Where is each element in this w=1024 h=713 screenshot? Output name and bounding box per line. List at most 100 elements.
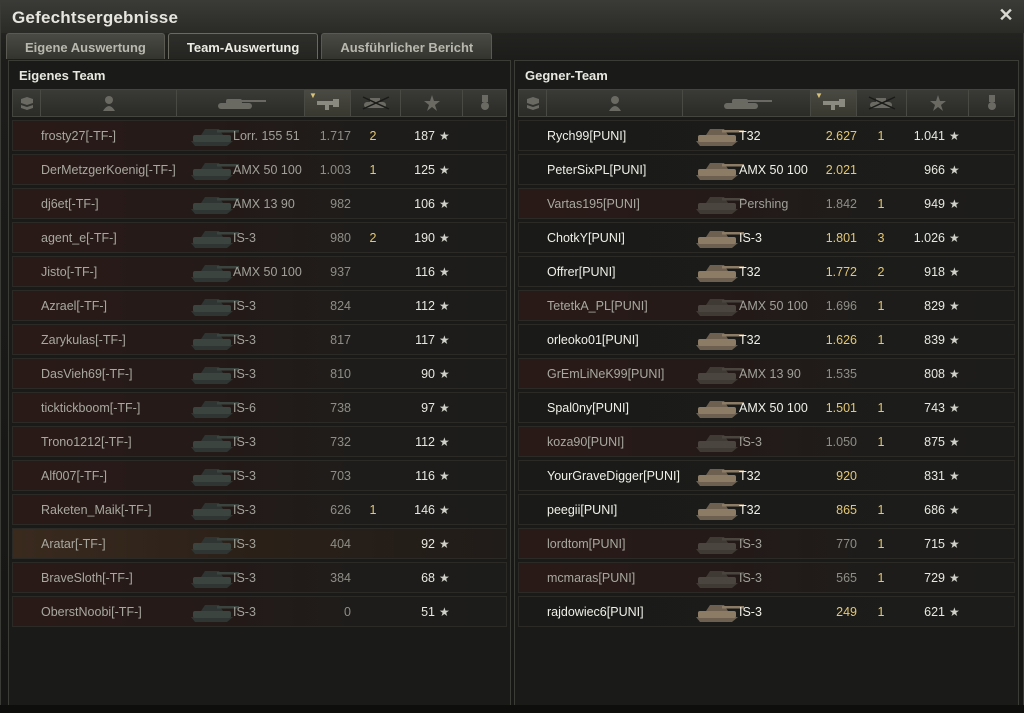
player-row[interactable]: peegii[PUNI] T32 865 1 686 ★ [518, 494, 1015, 525]
xp-value: 875 [924, 434, 945, 449]
star-icon: ★ [949, 196, 960, 211]
own-team-title: Eigenes Team [19, 68, 106, 83]
player-name: Azrael[-TF-] [41, 298, 107, 313]
tank-icon [692, 360, 746, 388]
kills-value: 1 [877, 128, 885, 143]
tank-name: IS-3 [233, 536, 256, 551]
player-row[interactable]: Aratar[-TF-] IS-3 404 92 ★ [12, 528, 507, 559]
player-row[interactable]: Trono1212[-TF-] IS-3 732 112 ★ [12, 426, 507, 457]
tank-icon[interactable] [177, 90, 305, 116]
xp-star-icon[interactable] [907, 90, 969, 116]
player-name: orleoko01[PUNI] [547, 332, 639, 347]
kills-value: 1 [877, 434, 885, 449]
player-row[interactable]: rajdowiec6[PUNI] IS-3 249 1 621 ★ [518, 596, 1015, 627]
tank-name: IS-3 [739, 434, 762, 449]
tab-team-auswertung[interactable]: Team-Auswertung [167, 33, 319, 59]
star-icon: ★ [949, 468, 960, 483]
player-row[interactable]: frosty27[-TF-] Lorr. 155 51 1.717 2 187 ★ [12, 120, 507, 151]
player-name: Raketen_Maik[-TF-] [41, 502, 152, 517]
star-icon: ★ [439, 604, 450, 619]
damage-value: 1.626 [825, 332, 857, 347]
kills-icon[interactable] [857, 90, 907, 116]
tank-name: IS-3 [233, 604, 256, 619]
player-row[interactable]: YourGraveDigger[PUNI] T32 920 831 ★ [518, 460, 1015, 491]
platoon-icon[interactable] [13, 90, 41, 116]
sort-arrow-icon: ▼ [309, 91, 317, 100]
player-row[interactable]: GrEmLiNeK99[PUNI] AMX 13 90 1.535 808 ★ [518, 358, 1015, 389]
platoon-icon[interactable] [519, 90, 547, 116]
player-row[interactable]: dj6et[-TF-] AMX 13 90 982 106 ★ [12, 188, 507, 219]
player-icon[interactable] [41, 90, 177, 116]
player-name: koza90[PUNI] [547, 434, 625, 449]
damage-value: 2.627 [825, 128, 857, 143]
star-icon: ★ [439, 230, 450, 245]
kills-icon[interactable] [351, 90, 401, 116]
star-icon: ★ [949, 536, 960, 551]
player-row[interactable]: ChotkY[PUNI] IS-3 1.801 3 1.026 ★ [518, 222, 1015, 253]
tank-icon [692, 564, 746, 592]
tank-icon [692, 258, 746, 286]
medal-icon[interactable] [969, 90, 1014, 116]
xp-value: 187 [414, 128, 435, 143]
player-name: agent_e[-TF-] [41, 230, 117, 245]
close-icon[interactable]: ✕ [997, 5, 1015, 25]
player-row[interactable]: Vartas195[PUNI] Pershing 1.842 1 949 ★ [518, 188, 1015, 219]
tank-name: IS-3 [739, 570, 762, 585]
star-icon: ★ [439, 468, 450, 483]
kills-value: 1 [877, 502, 885, 517]
player-row[interactable]: Rych99[PUNI] T32 2.627 1 1.041 ★ [518, 120, 1015, 151]
player-name: Zarykulas[-TF-] [41, 332, 126, 347]
xp-value: 808 [924, 366, 945, 381]
player-icon[interactable] [547, 90, 683, 116]
player-row[interactable]: Alf007[-TF-] IS-3 703 116 ★ [12, 460, 507, 491]
tab-ausfuehrlicher-bericht[interactable]: Ausführlicher Bericht [321, 33, 493, 59]
player-row[interactable]: BraveSloth[-TF-] IS-3 384 68 ★ [12, 562, 507, 593]
player-row[interactable]: Jisto[-TF-] AMX 50 100 937 116 ★ [12, 256, 507, 287]
player-row[interactable]: PeterSixPL[PUNI] AMX 50 100 2.021 966 ★ [518, 154, 1015, 185]
player-name: Alf007[-TF-] [41, 468, 107, 483]
tank-name: IS-3 [233, 570, 256, 585]
tank-icon[interactable] [683, 90, 811, 116]
tank-name: AMX 50 100 [739, 400, 808, 415]
tank-name: AMX 50 100 [739, 162, 808, 177]
player-row[interactable]: agent_e[-TF-] IS-3 980 2 190 ★ [12, 222, 507, 253]
player-row[interactable]: DasVieh69[-TF-] IS-3 810 90 ★ [12, 358, 507, 389]
player-row[interactable]: Offrer[PUNI] T32 1.772 2 918 ★ [518, 256, 1015, 287]
medal-icon[interactable] [463, 90, 506, 116]
player-row[interactable]: OberstNoobi[-TF-] IS-3 0 51 ★ [12, 596, 507, 627]
player-row[interactable]: mcmaras[PUNI] IS-3 565 1 729 ★ [518, 562, 1015, 593]
player-row[interactable]: orleoko01[PUNI] T32 1.626 1 839 ★ [518, 324, 1015, 355]
player-row[interactable]: koza90[PUNI] IS-3 1.050 1 875 ★ [518, 426, 1015, 457]
enemy-team-column-header: ▼ [518, 89, 1015, 117]
damage-value: 626 [330, 502, 351, 517]
player-row[interactable]: Zarykulas[-TF-] IS-3 817 117 ★ [12, 324, 507, 355]
kills-value: 2 [877, 264, 885, 279]
player-name: frosty27[-TF-] [41, 128, 117, 143]
tank-name: T32 [739, 128, 761, 143]
damage-value: 738 [330, 400, 351, 415]
xp-star-icon[interactable] [401, 90, 463, 116]
player-row[interactable]: DerMetzgerKoenig[-TF-] AMX 50 100 1.003 1 12… [12, 154, 507, 185]
damage-value: 1.696 [825, 298, 857, 313]
kills-value: 1 [369, 502, 377, 517]
player-name: Vartas195[PUNI] [547, 196, 640, 211]
player-row[interactable]: Raketen_Maik[-TF-] IS-3 626 1 146 ★ [12, 494, 507, 525]
player-row[interactable]: ticktickboom[-TF-] IS-6 738 97 ★ [12, 392, 507, 423]
tank-name: AMX 50 100 [233, 162, 302, 177]
player-name: BraveSloth[-TF-] [41, 570, 133, 585]
tab-eigene-auswertung[interactable]: Eigene Auswertung [6, 33, 165, 59]
tank-icon [692, 190, 746, 218]
damage-icon[interactable]: ▼ [305, 90, 351, 116]
tank-name: AMX 13 90 [233, 196, 295, 211]
player-row[interactable]: TetetkA_PL[PUNI] AMX 50 100 1.696 1 829 ★ [518, 290, 1015, 321]
player-row[interactable]: Spal0ny[PUNI] AMX 50 100 1.501 1 743 ★ [518, 392, 1015, 423]
tank-icon [692, 326, 746, 354]
player-name: TetetkA_PL[PUNI] [547, 298, 648, 313]
player-name: GrEmLiNeK99[PUNI] [547, 366, 665, 381]
player-row[interactable]: Azrael[-TF-] IS-3 824 112 ★ [12, 290, 507, 321]
star-icon: ★ [439, 502, 450, 517]
player-name: OberstNoobi[-TF-] [41, 604, 142, 619]
player-row[interactable]: lordtom[PUNI] IS-3 770 1 715 ★ [518, 528, 1015, 559]
star-icon: ★ [949, 570, 960, 585]
damage-icon[interactable]: ▼ [811, 90, 857, 116]
